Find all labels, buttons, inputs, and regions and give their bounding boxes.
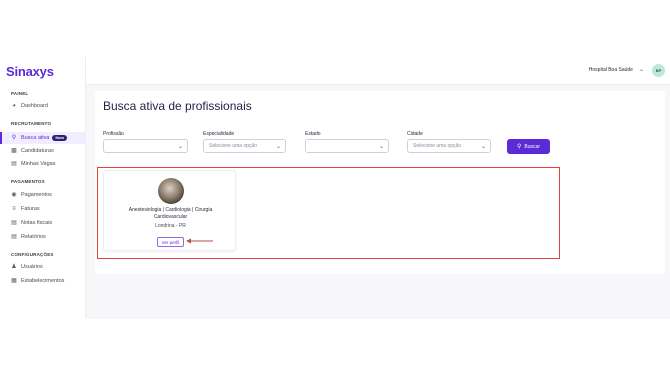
card-location: Londrina - PR <box>155 223 186 229</box>
invoice-icon: ≡ <box>12 206 16 212</box>
especialidade-placeholder: Selecione uma opção <box>209 143 258 149</box>
section-label-pagamentos: PAGAMENTOS <box>11 179 45 184</box>
topbar: Hospital Boa Saúde ⌄ BP <box>86 57 670 85</box>
professional-photo <box>158 178 184 204</box>
estado-label: Estado <box>305 131 321 137</box>
chevron-down-icon: ⌄ <box>638 67 644 73</box>
money-icon: ◉ <box>11 192 17 198</box>
logo: Sinaxys <box>6 64 54 79</box>
avatar[interactable]: BP <box>652 64 665 77</box>
chevron-down-icon: ⌄ <box>480 144 486 150</box>
user-icon: ♟ <box>11 264 17 270</box>
search-button-label: Buscar <box>524 143 540 150</box>
section-label-configuracoes: CONFIGURAÇÕES <box>11 252 54 257</box>
report-icon: ▤ <box>11 234 17 240</box>
search-icon: ⚲ <box>517 144 522 150</box>
search-button[interactable]: ⚲ Buscar <box>507 139 550 154</box>
sidebar-item-label: Estabelecimentos <box>21 278 65 284</box>
sidebar-item-minhas-vagas[interactable]: ▤ Minhas Vagas <box>0 158 86 170</box>
briefcase-icon: ▤ <box>11 161 17 167</box>
sidebar-item-dashboard[interactable]: ◕ Dashboard <box>0 100 86 112</box>
cidade-label: Cidade <box>407 131 423 137</box>
chevron-down-icon: ⌄ <box>378 144 384 150</box>
organization-name: Hospital Boa Saúde <box>588 66 633 73</box>
sidebar-item-busca-ativa[interactable]: ⚲ Busca ativa Novo <box>0 132 86 144</box>
profissao-select[interactable]: ⌄ <box>103 139 188 153</box>
especialidade-label: Especialidade <box>203 131 235 137</box>
sidebar-item-label: Dashboard <box>21 103 48 109</box>
sidebar-item-label: Busca ativa <box>21 135 50 141</box>
users-icon: ▩ <box>11 148 17 154</box>
sidebar-item-label: Notas fiscais <box>21 220 53 226</box>
new-badge: Novo <box>52 135 68 141</box>
page-title: Busca ativa de profissionais <box>103 99 252 113</box>
receipt-icon: ▤ <box>11 220 17 226</box>
sidebar-item-estabelecimentos[interactable]: ▦ Estabelecimentos <box>0 275 86 287</box>
sidebar-item-usuarios[interactable]: ♟ Usuários <box>0 261 86 273</box>
sidebar-item-label: Pagamentos <box>21 192 52 198</box>
building-icon: ▦ <box>11 278 17 284</box>
profissao-label: Profissão <box>103 131 124 137</box>
sidebar-item-label: Minhas Vagas <box>21 161 56 167</box>
sidebar-item-relatorios[interactable]: ▤ Relatórios <box>0 231 86 243</box>
estado-select[interactable]: ⌄ <box>305 139 389 153</box>
sidebar-item-label: Relatórios <box>21 234 46 240</box>
organization-select[interactable]: Hospital Boa Saúde ⌄ <box>588 66 644 74</box>
cidade-placeholder: Selecione uma opção <box>413 143 462 149</box>
sidebar-item-pagamentos[interactable]: ◉ Pagamentos <box>0 189 86 201</box>
section-label-painel: PAINEL <box>11 91 29 96</box>
sidebar-item-faturas[interactable]: ≡ Faturas <box>0 203 86 215</box>
sidebar: Sinaxys PAINEL ◕ Dashboard RECRUTAMENTO … <box>0 57 86 319</box>
sidebar-item-label: Candidaturas <box>21 148 54 154</box>
sidebar-item-label: Faturas <box>21 206 40 212</box>
view-profile-button[interactable]: Ver perfil <box>157 237 184 247</box>
search-icon: ⚲ <box>11 135 17 141</box>
cidade-select[interactable]: Selecione uma opção ⌄ <box>407 139 491 153</box>
dashboard-icon: ◕ <box>12 103 16 109</box>
sidebar-item-notas-fiscais[interactable]: ▤ Notas fiscais <box>0 217 86 229</box>
especialidade-select[interactable]: Selecione uma opção ⌄ <box>203 139 286 153</box>
arrow-annotation-icon <box>186 238 213 244</box>
card-specialties: Anestesiologia | Cardiologia | Cirurgia … <box>128 207 213 220</box>
section-label-recrutamento: RECRUTAMENTO <box>11 121 52 126</box>
sidebar-item-candidaturas[interactable]: ▩ Candidaturas <box>0 145 86 157</box>
professional-card: Anestesiologia | Cardiologia | Cirurgia … <box>103 170 236 251</box>
chevron-down-icon: ⌄ <box>275 144 281 150</box>
chevron-down-icon: ⌄ <box>177 144 183 150</box>
sidebar-item-label: Usuários <box>21 264 43 270</box>
